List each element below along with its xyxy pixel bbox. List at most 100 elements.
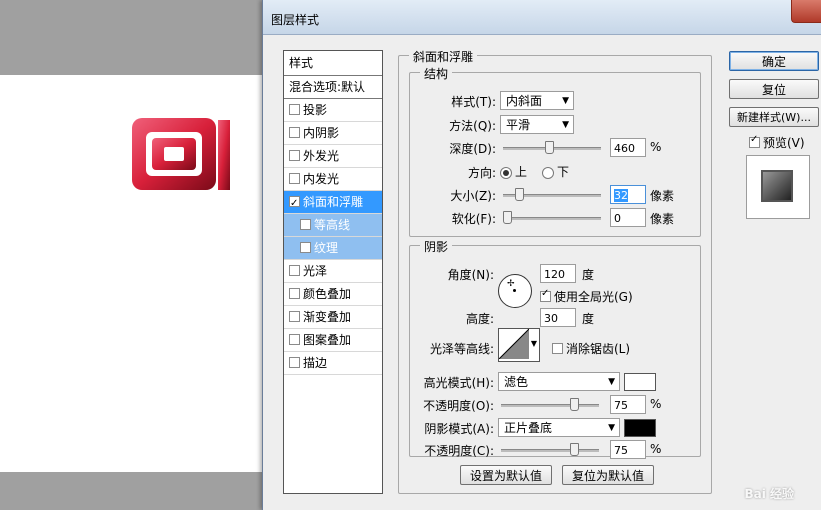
checkbox-checked-icon[interactable] — [289, 193, 300, 215]
depth-input[interactable]: 460 — [610, 138, 646, 157]
reset-default-button[interactable]: 复位为默认值 — [562, 465, 654, 485]
close-button[interactable] — [791, 0, 821, 23]
checkbox-unchecked-icon[interactable] — [289, 288, 300, 299]
shadow-opacity-input[interactable]: 75 — [610, 440, 646, 459]
checkbox-unchecked-icon[interactable] — [289, 265, 300, 276]
highlight-opacity-track[interactable] — [501, 404, 599, 407]
checkbox-unchecked-icon[interactable] — [289, 334, 300, 345]
checkbox-unchecked-icon — [552, 343, 563, 354]
altitude-input[interactable]: 30 — [540, 308, 576, 327]
style-item[interactable]: 投影 — [284, 99, 382, 122]
style-item-label: 渐变叠加 — [303, 310, 352, 324]
style-item[interactable]: 描边 — [284, 352, 382, 375]
bevel-emboss-group: 斜面和浮雕 结构 样式(T): 内斜面 ▼ 方法(Q): 平滑 ▼ 深度(D):… — [398, 48, 712, 494]
method-label: 方法(Q): — [449, 119, 496, 133]
checkbox-unchecked-icon[interactable] — [289, 150, 300, 161]
altitude-label: 高度: — [465, 312, 494, 326]
preview-checkbox[interactable]: 预览(V) — [749, 134, 805, 151]
style-item-label: 颜色叠加 — [303, 287, 352, 301]
ok-button[interactable]: 确定 — [729, 51, 819, 71]
gloss-contour-picker[interactable]: ▼ — [498, 328, 540, 362]
size-label: 大小(Z): — [450, 189, 496, 203]
style-item[interactable]: 外发光 — [284, 145, 382, 168]
shadow-opacity-track[interactable] — [501, 449, 599, 452]
style-item-label: 内发光 — [303, 172, 340, 186]
chevron-down-icon: ▼ — [562, 96, 569, 106]
style-item[interactable]: 渐变叠加 — [284, 306, 382, 329]
antialias-label: 消除锯齿(L) — [566, 342, 631, 356]
direction-down-radio[interactable]: 下 — [542, 163, 569, 180]
chevron-down-icon: ▼ — [608, 423, 615, 433]
highlight-color-swatch[interactable] — [624, 373, 656, 391]
size-input[interactable]: 32 — [610, 185, 646, 204]
checkbox-unchecked-icon[interactable] — [289, 104, 300, 115]
altitude-unit: 度 — [582, 312, 595, 326]
layer-style-dialog: 图层样式 样式 混合选项:默认 投影内阴影外发光内发光斜面和浮雕等高线纹理光泽颜… — [262, 0, 821, 510]
checkbox-unchecked-icon[interactable] — [289, 357, 300, 368]
style-item[interactable]: 图案叠加 — [284, 329, 382, 352]
style-item[interactable]: 内阴影 — [284, 122, 382, 145]
highlight-mode-select[interactable]: 滤色 ▼ — [498, 372, 620, 391]
chevron-down-icon: ▼ — [562, 120, 569, 130]
depth-slider-thumb[interactable] — [545, 141, 555, 154]
checkbox-unchecked-icon[interactable] — [289, 127, 300, 138]
gloss-contour-label: 光泽等高线: — [429, 342, 494, 356]
style-item-label: 斜面和浮雕 — [303, 195, 364, 209]
checkbox-checked-icon — [540, 288, 551, 302]
angle-dial[interactable]: ✢ — [498, 274, 532, 308]
shadow-opacity-unit: % — [650, 442, 662, 456]
reset-button[interactable]: 复位 — [729, 79, 819, 99]
shadow-opacity-label: 不透明度(C): — [424, 444, 494, 458]
preview-swatch — [761, 170, 793, 202]
checkbox-unchecked-icon[interactable] — [300, 242, 311, 253]
global-light-checkbox[interactable]: 使用全局光(G) — [540, 288, 633, 305]
soften-slider-track[interactable] — [503, 217, 601, 220]
checkbox-checked-icon — [749, 134, 760, 148]
style-item-label: 等高线 — [314, 218, 351, 232]
blend-options-item[interactable]: 混合选项:默认 — [284, 76, 382, 99]
crosshair-icon: ✢ — [507, 279, 515, 289]
embossed-logo-preview — [132, 118, 230, 190]
highlight-opacity-thumb[interactable] — [570, 398, 579, 411]
dialog-titlebar: 图层样式 — [263, 0, 821, 35]
checkbox-unchecked-icon[interactable] — [300, 219, 311, 230]
shadow-mode-select[interactable]: 正片叠底 ▼ — [498, 418, 620, 437]
style-item[interactable]: 颜色叠加 — [284, 283, 382, 306]
antialias-checkbox[interactable]: 消除锯齿(L) — [552, 340, 630, 357]
soften-input[interactable]: 0 — [610, 208, 646, 227]
shadow-opacity-thumb[interactable] — [570, 443, 579, 456]
set-default-button[interactable]: 设置为默认值 — [460, 465, 552, 485]
style-item[interactable]: 光泽 — [284, 260, 382, 283]
styles-header[interactable]: 样式 — [284, 51, 382, 76]
size-unit: 像素 — [650, 189, 675, 203]
soften-slider-thumb[interactable] — [503, 211, 512, 224]
highlight-mode-label: 高光模式(H): — [423, 376, 494, 390]
soften-label: 软化(F): — [451, 212, 496, 226]
structure-title: 结构 — [420, 65, 453, 82]
direction-up-radio[interactable]: 上 — [500, 163, 527, 180]
style-select-value: 内斜面 — [506, 94, 543, 108]
size-slider-thumb[interactable] — [514, 188, 524, 201]
direction-down-label: 下 — [557, 165, 570, 179]
radio-on-icon — [500, 166, 512, 179]
shadow-color-swatch[interactable] — [624, 419, 656, 437]
chevron-down-icon: ▼ — [530, 339, 537, 348]
highlight-opacity-input[interactable]: 75 — [610, 395, 646, 414]
style-item-label: 描边 — [303, 356, 328, 370]
soften-unit: 像素 — [650, 212, 675, 226]
global-light-label: 使用全局光(G) — [554, 290, 633, 304]
style-item[interactable]: 斜面和浮雕 — [284, 191, 382, 215]
style-item[interactable]: 纹理 — [284, 237, 382, 260]
checkbox-unchecked-icon[interactable] — [289, 311, 300, 322]
checkbox-unchecked-icon[interactable] — [289, 173, 300, 184]
dialog-title: 图层样式 — [271, 13, 320, 27]
style-select[interactable]: 内斜面 ▼ — [500, 91, 574, 110]
shading-title: 阴影 — [420, 238, 453, 255]
style-item[interactable]: 内发光 — [284, 168, 382, 191]
new-style-button[interactable]: 新建样式(W)... — [729, 107, 819, 127]
angle-input[interactable]: 120 — [540, 264, 576, 283]
radio-off-icon — [542, 166, 554, 179]
style-item[interactable]: 等高线 — [284, 214, 382, 237]
method-select[interactable]: 平滑 ▼ — [500, 115, 574, 134]
direction-label: 方向: — [467, 166, 496, 180]
